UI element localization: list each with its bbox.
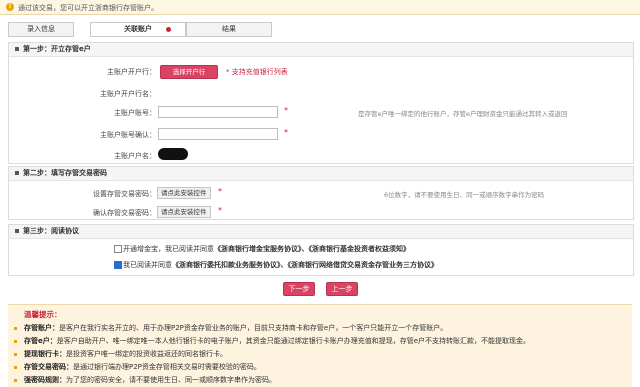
agree-zengjinbao-text: 开通增金宝，我已阅读并同意《浙商银行增金宝服务协议》、《浙商银行基金投资者权益须… [123,245,411,253]
zengjinbao-agreement-link[interactable]: 《浙商银行增金宝服务协议》、 [214,245,309,253]
section-open-account: 第一步：开立存管e户 [8,42,634,164]
fund-rights-notice-link[interactable]: 《浙商银行基金投资者权益须知》 [309,245,411,253]
info-icon: ! [6,3,14,11]
section-title: 第三步：阅读协议 [9,225,633,239]
password-confirm-label: 确认存管交易密码： [93,209,156,217]
account-number-input[interactable] [158,106,278,118]
tip-item: 存管交易密码：是通过银行端办理P2P资金存管相关交易时需要校验的密码。 [24,363,261,371]
tip-item: 存管e户：是客户自助开户、唯一绑定唯一本人他行银行卡的电子账户，其资金只能通过绑… [24,337,531,345]
section-title: 第一步：开立存管e户 [9,43,633,57]
tip-item: 存管账户：是客户在我行实名开立的、用于办理P2P资金存管业务的账户，目前只支持商… [24,324,448,332]
tip-bullet-icon [14,353,17,356]
required-mark: * [284,106,288,115]
tip-bullet-icon [14,366,17,369]
redacted-name [158,148,188,160]
tips-panel: 温馨提示： 存管账户：是客户在我行实名开立的、用于办理P2P资金存管业务的账户，… [8,304,632,387]
agree-custody-checkbox[interactable] [114,261,122,269]
tip-bullet-icon [14,379,17,382]
tip-item: 提现银行卡：是投资客户唯一绑定的投资收益返还的同名银行卡。 [24,350,227,358]
bullet-icon [15,229,19,233]
tip-bullet-icon [14,340,17,343]
next-button[interactable]: 下一步 [283,282,315,296]
agree-custody-text: 我已阅读并同意《浙商银行委托扣款业务服务协议》、《浙商银行网络借贷交易资金存管业… [123,261,439,269]
support-bank-list-link[interactable]: * 支持充值银行列表 [226,67,288,77]
select-bank-button[interactable]: 选择开户行 [160,65,218,79]
notice-bar: ! 通过该交易，您可以开立浙商银行存管账户。 [0,0,640,15]
tips-title: 温馨提示： [24,310,62,319]
account-number-label: 主账户账号： [114,109,156,117]
notice-text: 通过该交易，您可以开立浙商银行存管账户。 [18,4,158,12]
account-hint: 是存管e户唯一绑定的他行账户，存管e户理财资金只能通过其转入或返回 [358,110,568,118]
account-confirm-label: 主账户账号确认： [100,131,156,139]
step-tab-input-info: 录入信息 [8,22,74,37]
account-confirm-input[interactable] [158,128,278,140]
password-hint: 6位数字，请不要使用生日、同一或顺序数字串作为密码 [384,191,545,199]
step-tab-link-account: 关联账户 [90,22,186,37]
step-tab-label: 关联账户 [124,25,152,33]
step-tab-result: 结果 [186,22,272,37]
debit-agreement-link[interactable]: 《浙商银行委托扣款业务服务协议》、 [172,261,288,269]
tip-bullet-icon [14,327,17,330]
prev-button[interactable]: 上一步 [326,282,358,296]
required-mark: * [218,187,222,196]
tripartite-agreement-link[interactable]: 《浙商银行网络借贷交易资金存管业务三方协议》 [288,261,439,269]
current-step-icon [166,27,171,32]
password-confirm-control-install[interactable]: 请点此安装控件 [157,206,211,218]
step-tabs: 录入信息 关联账户 结果 [8,22,632,37]
bullet-icon [15,171,19,175]
bank-name-label: 主账户开户行名： [100,90,156,98]
account-owner-label: 主账户户名： [114,152,156,160]
section-title: 第二步：填写存管交易密码 [9,167,633,181]
password-control-install[interactable]: 请点此安装控件 [157,187,211,199]
tip-item: 强密码规则：为了您的密码安全，请不要使用生日、同一或顺序数字串作为密码。 [24,376,276,384]
agree-zengjinbao-checkbox[interactable] [114,245,122,253]
password-label: 设置存管交易密码： [93,190,156,198]
bank-label: 主账户开户行： [107,68,156,76]
bullet-icon [15,47,19,51]
required-mark: * [284,128,288,137]
required-mark: * [218,206,222,215]
